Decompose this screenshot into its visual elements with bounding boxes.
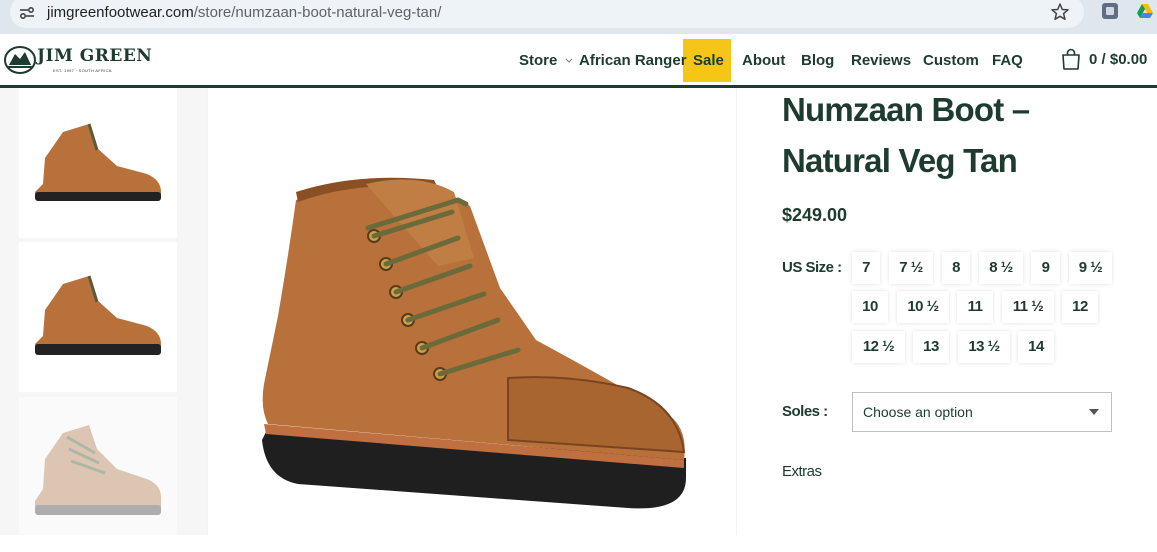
size-option[interactable]: 8 (942, 252, 970, 284)
nav-blog[interactable]: Blog (801, 39, 834, 82)
soles-selected-value: Choose an option (863, 404, 973, 420)
main-navigation: Store African Ranger Sale About Blog Rev… (0, 39, 1157, 82)
size-option[interactable]: 13 ½ (958, 331, 1010, 363)
url-text[interactable]: jimgreenfootwear.com/store/numzaan-boot-… (47, 4, 441, 21)
cart-summary[interactable]: 0 / $0.00 (1089, 51, 1147, 68)
nav-store-label: Store (519, 52, 558, 69)
drive-icon[interactable] (1137, 3, 1153, 19)
size-option[interactable]: 9 ½ (1069, 252, 1112, 284)
cart-separator: / (1101, 51, 1106, 68)
boot-thumbnail-image (35, 123, 161, 201)
size-option[interactable]: 8 ½ (979, 252, 1023, 284)
url-path: /store/numzaan-boot-natural-veg-tan/ (193, 4, 442, 21)
nav-faq[interactable]: FAQ (992, 39, 1023, 82)
nav-custom[interactable]: Custom (923, 39, 979, 82)
boot-thumbnail-image (35, 425, 161, 515)
thumbnail-3[interactable] (19, 397, 177, 547)
site-settings-icon[interactable] (18, 4, 36, 22)
thumbnail-1[interactable] (19, 88, 177, 238)
nav-african-ranger[interactable]: African Ranger (579, 39, 687, 82)
boot-main-image (262, 177, 686, 509)
address-bar[interactable]: jimgreenfootwear.com/store/numzaan-boot-… (10, 0, 1084, 28)
nav-about[interactable]: About (742, 39, 785, 82)
browser-toolbar: jimgreenfootwear.com/store/numzaan-boot-… (0, 0, 1157, 34)
size-option[interactable]: 9 (1031, 252, 1060, 284)
extras-label: Extras (782, 463, 822, 480)
size-option[interactable]: 11 ½ (1002, 291, 1054, 323)
chevron-down-icon (565, 58, 572, 63)
url-domain: jimgreenfootwear.com (47, 4, 194, 21)
size-option[interactable]: 13 (913, 331, 949, 363)
nav-reviews[interactable]: Reviews (851, 39, 911, 82)
size-option[interactable]: 10 (852, 291, 888, 323)
thumbnail-2[interactable] (19, 242, 177, 392)
size-option[interactable]: 11 (957, 291, 993, 323)
soles-select[interactable]: Choose an option (852, 392, 1112, 432)
soles-label: Soles : (782, 403, 828, 420)
nav-sale[interactable]: Sale (693, 39, 724, 82)
size-label: US Size : (782, 259, 842, 276)
boot-thumbnail-image (35, 275, 161, 355)
size-option[interactable]: 10 ½ (897, 291, 949, 323)
main-product-image[interactable] (207, 88, 737, 535)
thumbnail-gallery (19, 88, 177, 547)
size-option[interactable]: 7 ½ (889, 252, 933, 284)
product-price: $249.00 (782, 205, 848, 225)
product-title: Numzaan Boot – Natural Veg Tan (782, 91, 1030, 179)
nav-store[interactable]: Store (519, 39, 573, 82)
bookmark-star-icon[interactable] (1050, 2, 1070, 22)
size-option[interactable]: 7 (852, 252, 880, 284)
size-option[interactable]: 12 (1062, 291, 1098, 323)
chevron-down-icon (1089, 409, 1099, 415)
cart-count: 0 (1089, 51, 1098, 68)
size-option[interactable]: 14 (1018, 331, 1054, 363)
size-option[interactable]: 12 ½ (852, 331, 905, 363)
extension-puzzle-icon[interactable] (1101, 2, 1119, 20)
shopping-bag-icon[interactable] (1061, 48, 1081, 70)
cart-total: $0.00 (1109, 51, 1148, 68)
site-header: JIM GREEN EST. 1997 · SOUTH AFRICA Store… (0, 35, 1157, 85)
